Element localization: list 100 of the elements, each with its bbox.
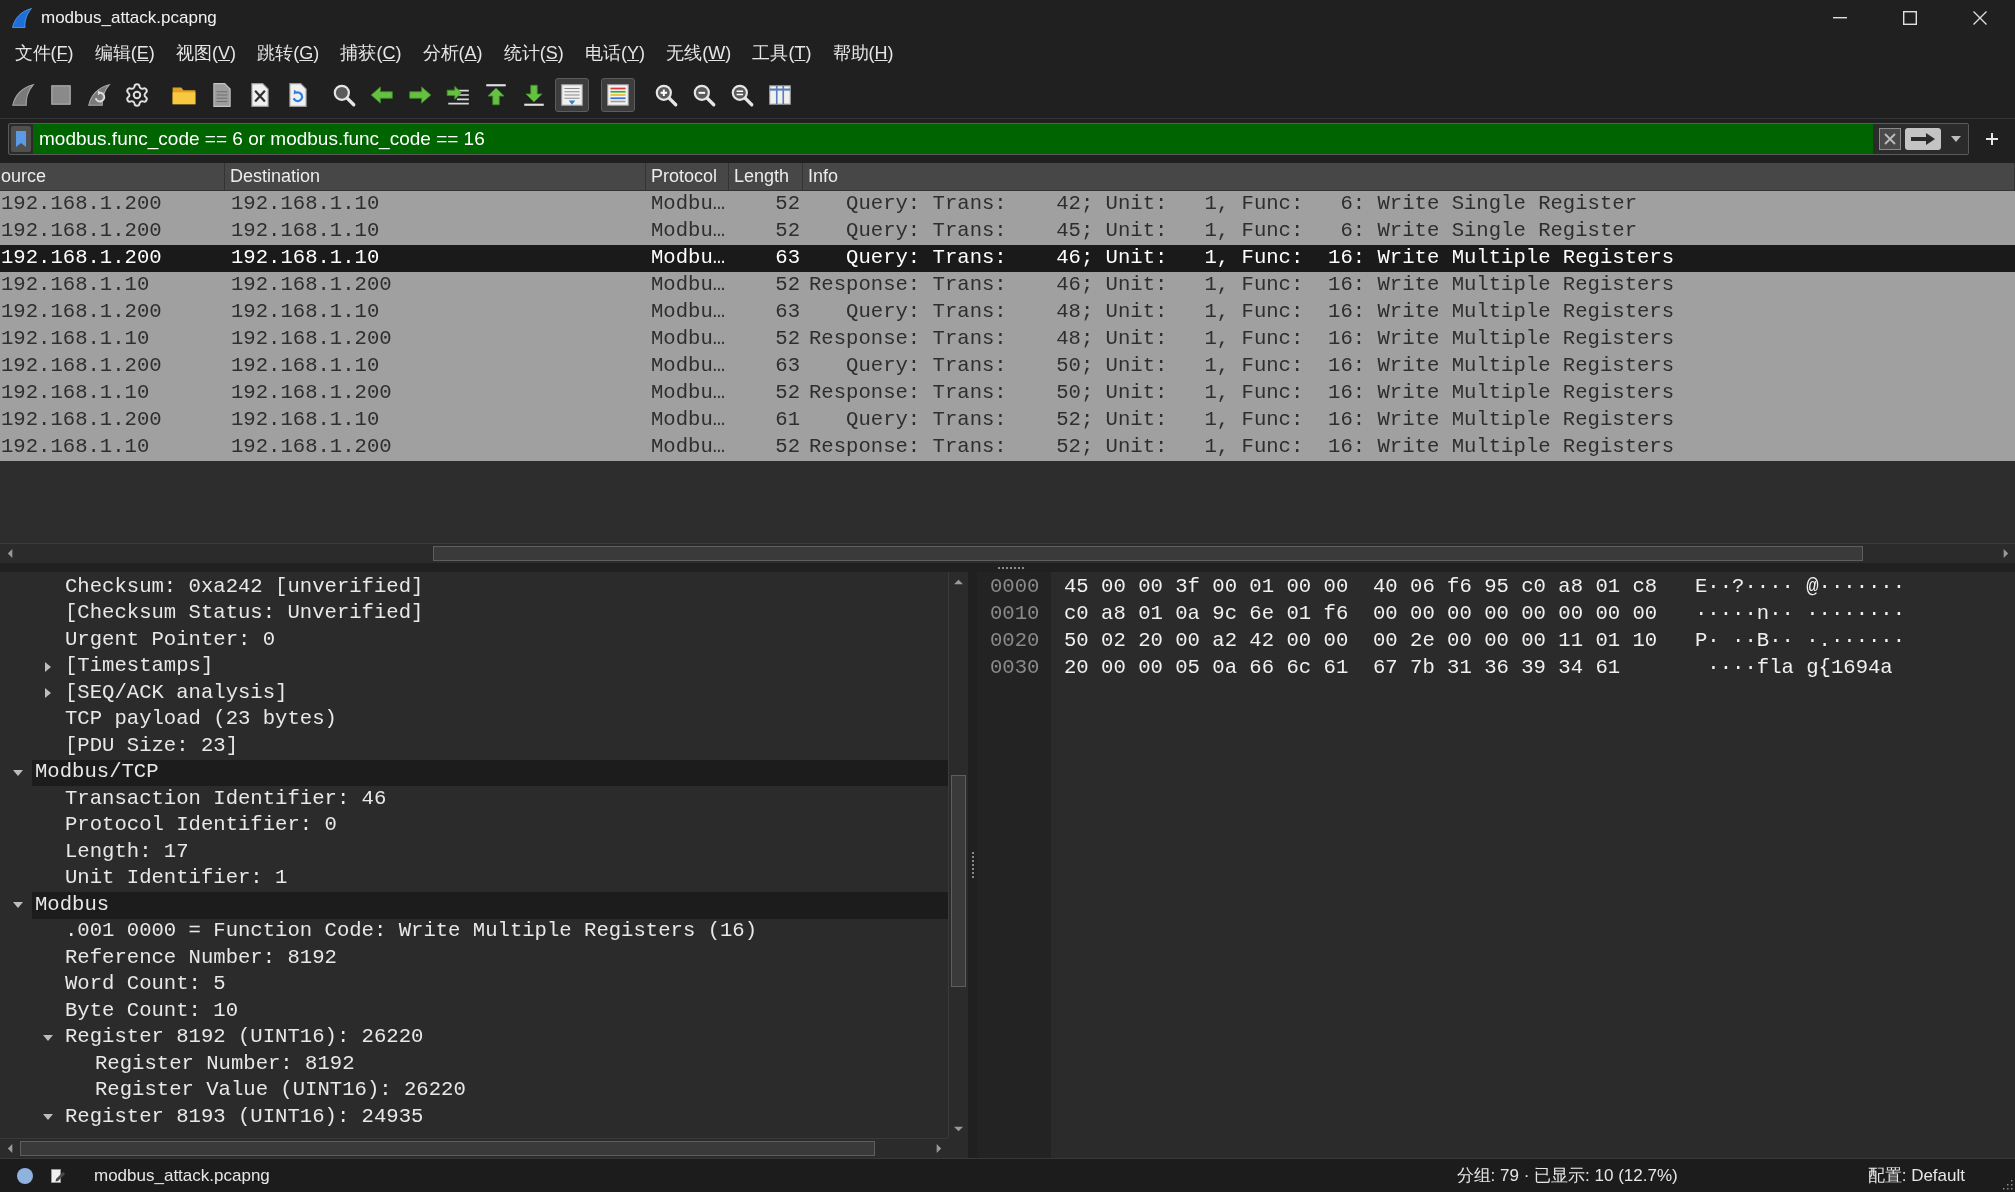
caret-down-icon[interactable] <box>1951 136 1961 142</box>
packet-row[interactable]: 192.168.1.10 192.168.1.200 Modbu… 52 Response: Trans: 52; Unit: 1, Func: 16: Write Multiple Registers <box>0 434 2015 461</box>
tree-item[interactable]: [Checksum Status: Unverified] <box>62 600 424 627</box>
tree-item[interactable]: Register 8192 (UINT16): 26220 <box>62 1024 424 1051</box>
arrow-to-top-icon[interactable] <box>483 82 509 108</box>
tree-item[interactable]: Byte Count: 10 <box>62 998 239 1025</box>
menu-item[interactable]: 电话(Y) <box>574 40 656 67</box>
packet-row[interactable]: 192.168.1.10 192.168.1.200 Modbu… 52 Response: Trans: 48; Unit: 1, Func: 16: Write Multiple Registers <box>0 326 2015 353</box>
tree-item[interactable]: Urgent Pointer: 0 <box>62 627 276 654</box>
zoom-reset-icon[interactable] <box>729 82 755 108</box>
toolbar-toggle-button[interactable] <box>601 78 635 112</box>
caret-down-icon[interactable] <box>13 902 23 909</box>
tree-item[interactable]: Register Number: 8192 <box>92 1051 355 1078</box>
caret-down-icon[interactable] <box>43 1114 53 1121</box>
scrollbar[interactable] <box>0 1138 948 1158</box>
search-icon[interactable] <box>331 82 357 108</box>
hex-offset: 0020 <box>990 628 1040 655</box>
tree-item[interactable]: .001 0000 = Function Code: Write Multiple Registers (16) <box>62 918 758 945</box>
table-cell-text: 192.168.1.10 <box>230 299 381 326</box>
table-cell-text: Response: Trans: 52; Unit: 1, Func: 16: Write Multiple Registers <box>808 434 1676 461</box>
column-header[interactable]: Protocol <box>646 163 729 191</box>
arrow-to-bottom-icon[interactable] <box>521 82 547 108</box>
fin-icon[interactable] <box>10 82 36 108</box>
splitter-handle[interactable] <box>971 852 974 878</box>
note-edit-icon[interactable] <box>50 1167 66 1184</box>
tree-item[interactable]: [PDU Size: 23] <box>62 733 239 760</box>
table-cell-text: Modbu… <box>650 407 727 434</box>
toolbar-toggle-button[interactable] <box>555 78 589 112</box>
scrollbar-thumb[interactable] <box>20 1141 875 1156</box>
splitter-handle[interactable] <box>998 566 1024 569</box>
table-cell-text: 192.168.1.200 <box>0 191 163 218</box>
scrollbar-thumb[interactable] <box>951 775 966 987</box>
menu-item[interactable]: 无线(W) <box>655 40 742 67</box>
menu-item[interactable]: 帮助(H) <box>821 40 905 67</box>
menu-item[interactable]: 工具(T) <box>741 40 822 67</box>
tree-item[interactable]: Word Count: 5 <box>62 971 226 998</box>
clear-button[interactable] <box>1879 128 1901 150</box>
packet-row[interactable]: 192.168.1.200 192.168.1.10 Modbu… 52 Query: Trans: 45; Unit: 1, Func: 6: Write Single Register <box>0 218 2015 245</box>
resize-grip-icon[interactable] <box>2001 1178 2013 1190</box>
menu-item[interactable]: 分析(A) <box>412 40 494 67</box>
tree-item[interactable]: Checksum: 0xa242 [unverified] <box>62 574 424 601</box>
tree-item[interactable]: Protocol Identifier: 0 <box>62 812 337 839</box>
caret-left-icon[interactable] <box>5 549 15 558</box>
menu-item[interactable]: 视图(V) <box>165 40 247 67</box>
tree-item[interactable]: [Timestamps] <box>62 653 214 680</box>
packet-row[interactable]: 192.168.1.200 192.168.1.10 Modbu… 63 Query: Trans: 50; Unit: 1, Func: 16: Write Multiple Registers <box>0 353 2015 380</box>
caret-up-icon[interactable] <box>954 577 963 587</box>
packet-row[interactable]: 192.168.1.10 192.168.1.200 Modbu… 52 Response: Trans: 50; Unit: 1, Func: 16: Write Multiple Registers <box>0 380 2015 407</box>
caret-down-icon[interactable] <box>13 769 23 776</box>
fin-reload-icon[interactable] <box>86 82 112 108</box>
column-header[interactable]: ource <box>0 163 225 191</box>
tree-item[interactable]: Length: 17 <box>62 839 189 866</box>
tree-item[interactable]: Modbus/TCP <box>32 759 948 786</box>
table-cell-text: Query: Trans: 42; Unit: 1, Func: 6: Write Single Register <box>845 191 1638 218</box>
ascii-text: ·····n·· ········ <box>1695 601 1906 628</box>
menu-item[interactable]: 文件(F) <box>4 40 85 67</box>
packet-row[interactable]: 192.168.1.200 192.168.1.10 Modbu… 61 Query: Trans: 52; Unit: 1, Func: 16: Write Multiple Registers <box>0 407 2015 434</box>
table-cell-text: 192.168.1.10 <box>0 272 151 299</box>
table-cell-text: 52 <box>774 380 801 407</box>
caret-down-icon[interactable] <box>43 1034 53 1041</box>
menu-item[interactable]: 编辑(E) <box>84 40 166 67</box>
tree-item[interactable]: Register Value (UINT16): 26220 <box>92 1077 466 1104</box>
packet-row[interactable]: 192.168.1.10 192.168.1.200 Modbu… 52 Response: Trans: 46; Unit: 1, Func: 16: Write Multiple Registers <box>0 272 2015 299</box>
filter-field[interactable]: modbus.func_code == 6 or modbus.func_code == 16 <box>33 124 1873 154</box>
table-cell-text: 192.168.1.10 <box>230 245 381 272</box>
scrollbar[interactable] <box>948 572 968 1138</box>
table-cell-text: Modbu… <box>650 353 727 380</box>
bookmark-button[interactable] <box>11 126 31 152</box>
tree-item[interactable]: Unit Identifier: 1 <box>62 865 288 892</box>
menu-item[interactable]: 捕获(C) <box>329 40 412 67</box>
zoom-out-icon[interactable] <box>691 82 717 108</box>
menu-item[interactable]: 统计(S) <box>493 40 575 67</box>
tree-item[interactable]: [SEQ/ACK analysis] <box>62 680 288 707</box>
colored-lines-icon <box>605 82 631 108</box>
tree-item[interactable]: Transaction Identifier: 46 <box>62 786 387 813</box>
tree-item[interactable]: Register 8193 (UINT16): 24935 <box>62 1104 424 1131</box>
caret-left-icon[interactable] <box>5 1144 15 1153</box>
plus-icon[interactable] <box>1986 133 1998 145</box>
caret-right-icon[interactable] <box>45 661 51 672</box>
packet-row[interactable]: 192.168.1.200 192.168.1.10 Modbu… 63 Query: Trans: 48; Unit: 1, Func: 16: Write Multiple Registers <box>0 299 2015 326</box>
menu-item[interactable]: 跳转(G) <box>246 40 330 67</box>
profile-label[interactable]: 配置: Default <box>1867 1162 1965 1189</box>
tree-item[interactable]: Modbus <box>32 892 948 919</box>
packet-row[interactable]: 192.168.1.200 192.168.1.10 Modbu… 63 Query: Trans: 46; Unit: 1, Func: 16: Write Multiple Registers <box>0 245 2015 272</box>
gear-icon[interactable] <box>124 82 150 108</box>
stop-square-icon[interactable] <box>48 82 74 108</box>
column-header[interactable]: Info <box>803 163 2015 191</box>
table-cell-text: 192.168.1.200 <box>0 245 163 272</box>
column-header[interactable]: Length <box>729 163 803 191</box>
circle-icon[interactable] <box>17 1167 33 1184</box>
apply-button[interactable] <box>1905 128 1941 150</box>
zoom-in-icon[interactable] <box>653 82 679 108</box>
tree-item[interactable]: TCP payload (23 bytes) <box>62 706 337 733</box>
columns-icon[interactable] <box>767 82 793 108</box>
caret-right-icon[interactable] <box>45 688 51 699</box>
column-header[interactable]: Destination <box>225 163 646 191</box>
scrollbar-thumb[interactable] <box>433 546 1863 561</box>
scrollbar[interactable] <box>0 543 2015 563</box>
tree-item[interactable]: Reference Number: 8192 <box>62 945 337 972</box>
packet-row[interactable]: 192.168.1.200 192.168.1.10 Modbu… 52 Query: Trans: 42; Unit: 1, Func: 6: Write Single Register <box>0 191 2015 218</box>
